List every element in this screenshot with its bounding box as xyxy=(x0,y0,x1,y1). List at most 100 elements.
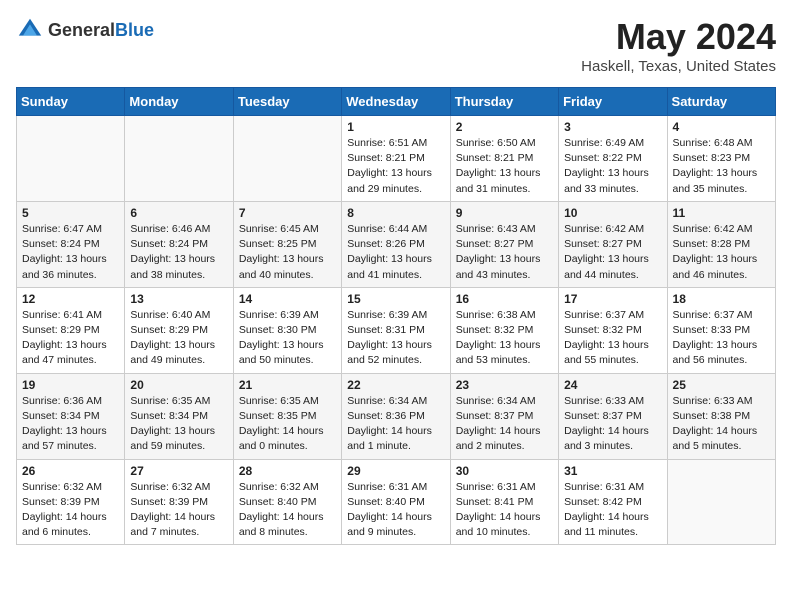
calendar-cell: 8Sunrise: 6:44 AM Sunset: 8:26 PM Daylig… xyxy=(342,201,450,287)
calendar-week-3: 12 Sunrise: 6:41 AM Sunset: 8:29 PM Dayli… xyxy=(17,287,776,373)
calendar-cell: 5 Sunrise: 6:47 AM Sunset: 8:24 PM Daylig… xyxy=(17,201,125,287)
day-number: 17 xyxy=(564,292,661,306)
day-number: 21 xyxy=(239,378,336,392)
day-number: 9 xyxy=(456,206,553,220)
day-number: 5 xyxy=(22,206,119,220)
calendar-table: Sunday Monday Tuesday Wednesday Thursday… xyxy=(16,87,776,545)
day-info: Sunrise: 6:32 AM Sunset: 8:39 PM Dayligh… xyxy=(22,480,119,541)
calendar-cell: 6 Sunrise: 6:46 AM Sunset: 8:24 PM Daylig… xyxy=(125,201,233,287)
day-number: 6 xyxy=(130,206,227,220)
day-info: Sunrise: 6:38 AM Sunset: 8:32 PM Dayligh… xyxy=(456,308,553,369)
day-info: Sunrise: 6:35 AM Sunset: 8:35 PM Dayligh… xyxy=(239,394,336,455)
page-header: General Blue May 2024 Haskell, Texas, Un… xyxy=(16,16,776,75)
calendar-cell: 18 Sunrise: 6:37 AM Sunset: 8:33 PM Dayli… xyxy=(667,287,775,373)
day-number: 1 xyxy=(347,120,444,134)
day-number: 20 xyxy=(130,378,227,392)
day-number: 4 xyxy=(673,120,770,134)
day-info: Sunrise: 6:46 AM Sunset: 8:24 PM Dayligh… xyxy=(130,222,227,283)
day-info: Sunrise: 6:50 AM Sunset: 8:21 PM Dayligh… xyxy=(456,136,553,197)
header-wednesday: Wednesday xyxy=(342,88,450,116)
day-number: 13 xyxy=(130,292,227,306)
calendar-cell: 19 Sunrise: 6:36 AM Sunset: 8:34 PM Dayli… xyxy=(17,373,125,459)
day-number: 12 xyxy=(22,292,119,306)
calendar-cell: 25Sunrise: 6:33 AM Sunset: 8:38 PM Dayli… xyxy=(667,373,775,459)
day-info: Sunrise: 6:47 AM Sunset: 8:24 PM Dayligh… xyxy=(22,222,119,283)
day-number: 8 xyxy=(347,206,444,220)
calendar-cell: 30 Sunrise: 6:31 AM Sunset: 8:41 PM Dayli… xyxy=(450,459,558,545)
header-friday: Friday xyxy=(559,88,667,116)
calendar-cell: 31 Sunrise: 6:31 AM Sunset: 8:42 PM Dayli… xyxy=(559,459,667,545)
day-info: Sunrise: 6:32 AM Sunset: 8:40 PM Dayligh… xyxy=(239,480,336,541)
header-thursday: Thursday xyxy=(450,88,558,116)
calendar-cell: 29Sunrise: 6:31 AM Sunset: 8:40 PM Dayli… xyxy=(342,459,450,545)
calendar-cell: 14 Sunrise: 6:39 AM Sunset: 8:30 PM Dayli… xyxy=(233,287,341,373)
day-number: 19 xyxy=(22,378,119,392)
day-number: 16 xyxy=(456,292,553,306)
day-info: Sunrise: 6:36 AM Sunset: 8:34 PM Dayligh… xyxy=(22,394,119,455)
calendar-cell: 28 Sunrise: 6:32 AM Sunset: 8:40 PM Dayli… xyxy=(233,459,341,545)
calendar-week-4: 19 Sunrise: 6:36 AM Sunset: 8:34 PM Dayli… xyxy=(17,373,776,459)
day-info: Sunrise: 6:35 AM Sunset: 8:34 PM Dayligh… xyxy=(130,394,227,455)
calendar-cell: 11 Sunrise: 6:42 AM Sunset: 8:28 PM Dayli… xyxy=(667,201,775,287)
day-info: Sunrise: 6:49 AM Sunset: 8:22 PM Dayligh… xyxy=(564,136,661,197)
day-number: 26 xyxy=(22,464,119,478)
day-number: 31 xyxy=(564,464,661,478)
header-monday: Monday xyxy=(125,88,233,116)
calendar-cell: 10 Sunrise: 6:42 AM Sunset: 8:27 PM Dayli… xyxy=(559,201,667,287)
day-info: Sunrise: 6:33 AM Sunset: 8:38 PM Dayligh… xyxy=(673,394,770,455)
day-number: 30 xyxy=(456,464,553,478)
day-number: 23 xyxy=(456,378,553,392)
day-number: 2 xyxy=(456,120,553,134)
calendar-cell: 9 Sunrise: 6:43 AM Sunset: 8:27 PM Daylig… xyxy=(450,201,558,287)
calendar-title: May 2024 xyxy=(581,16,776,58)
calendar-cell: 2 Sunrise: 6:50 AM Sunset: 8:21 PM Daylig… xyxy=(450,116,558,202)
day-info: Sunrise: 6:40 AM Sunset: 8:29 PM Dayligh… xyxy=(130,308,227,369)
day-number: 10 xyxy=(564,206,661,220)
day-info: Sunrise: 6:51 AM Sunset: 8:21 PM Dayligh… xyxy=(347,136,444,197)
logo-icon xyxy=(16,16,44,44)
calendar-week-5: 26 Sunrise: 6:32 AM Sunset: 8:39 PM Dayli… xyxy=(17,459,776,545)
day-number: 11 xyxy=(673,206,770,220)
header-row: Sunday Monday Tuesday Wednesday Thursday… xyxy=(17,88,776,116)
day-number: 18 xyxy=(673,292,770,306)
day-info: Sunrise: 6:42 AM Sunset: 8:28 PM Dayligh… xyxy=(673,222,770,283)
calendar-cell: 24Sunrise: 6:33 AM Sunset: 8:37 PM Dayli… xyxy=(559,373,667,459)
day-info: Sunrise: 6:41 AM Sunset: 8:29 PM Dayligh… xyxy=(22,308,119,369)
calendar-cell: 17 Sunrise: 6:37 AM Sunset: 8:32 PM Dayli… xyxy=(559,287,667,373)
day-number: 22 xyxy=(347,378,444,392)
day-info: Sunrise: 6:31 AM Sunset: 8:42 PM Dayligh… xyxy=(564,480,661,541)
day-number: 3 xyxy=(564,120,661,134)
day-info: Sunrise: 6:39 AM Sunset: 8:31 PM Dayligh… xyxy=(347,308,444,369)
calendar-cell xyxy=(125,116,233,202)
header-saturday: Saturday xyxy=(667,88,775,116)
day-number: 24 xyxy=(564,378,661,392)
calendar-cell: 16 Sunrise: 6:38 AM Sunset: 8:32 PM Dayli… xyxy=(450,287,558,373)
day-number: 27 xyxy=(130,464,227,478)
calendar-cell: 4 Sunrise: 6:48 AM Sunset: 8:23 PM Daylig… xyxy=(667,116,775,202)
day-info: Sunrise: 6:37 AM Sunset: 8:32 PM Dayligh… xyxy=(564,308,661,369)
day-info: Sunrise: 6:39 AM Sunset: 8:30 PM Dayligh… xyxy=(239,308,336,369)
day-info: Sunrise: 6:42 AM Sunset: 8:27 PM Dayligh… xyxy=(564,222,661,283)
calendar-cell: 26 Sunrise: 6:32 AM Sunset: 8:39 PM Dayli… xyxy=(17,459,125,545)
title-block: May 2024 Haskell, Texas, United States xyxy=(581,16,776,75)
header-sunday: Sunday xyxy=(17,88,125,116)
day-info: Sunrise: 6:43 AM Sunset: 8:27 PM Dayligh… xyxy=(456,222,553,283)
calendar-cell: 27Sunrise: 6:32 AM Sunset: 8:39 PM Dayli… xyxy=(125,459,233,545)
calendar-cell: 20 Sunrise: 6:35 AM Sunset: 8:34 PM Dayli… xyxy=(125,373,233,459)
day-number: 14 xyxy=(239,292,336,306)
calendar-cell: 23Sunrise: 6:34 AM Sunset: 8:37 PM Dayli… xyxy=(450,373,558,459)
day-info: Sunrise: 6:31 AM Sunset: 8:41 PM Dayligh… xyxy=(456,480,553,541)
calendar-week-2: 5 Sunrise: 6:47 AM Sunset: 8:24 PM Daylig… xyxy=(17,201,776,287)
day-number: 7 xyxy=(239,206,336,220)
day-number: 28 xyxy=(239,464,336,478)
day-info: Sunrise: 6:37 AM Sunset: 8:33 PM Dayligh… xyxy=(673,308,770,369)
calendar-cell: 3 Sunrise: 6:49 AM Sunset: 8:22 PM Daylig… xyxy=(559,116,667,202)
calendar-cell: 15 Sunrise: 6:39 AM Sunset: 8:31 PM Dayli… xyxy=(342,287,450,373)
day-number: 29 xyxy=(347,464,444,478)
calendar-week-1: 1 Sunrise: 6:51 AM Sunset: 8:21 PM Daylig… xyxy=(17,116,776,202)
calendar-cell: 12 Sunrise: 6:41 AM Sunset: 8:29 PM Dayli… xyxy=(17,287,125,373)
calendar-cell: 7Sunrise: 6:45 AM Sunset: 8:25 PM Daylig… xyxy=(233,201,341,287)
calendar-cell xyxy=(233,116,341,202)
day-number: 15 xyxy=(347,292,444,306)
day-info: Sunrise: 6:48 AM Sunset: 8:23 PM Dayligh… xyxy=(673,136,770,197)
